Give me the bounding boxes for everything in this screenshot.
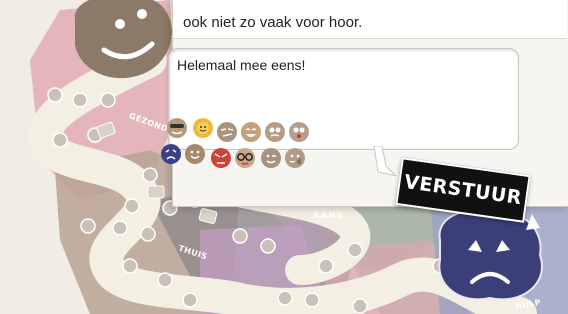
smiley-surprised-icon[interactable] bbox=[264, 121, 286, 143]
smiley-happy-icon[interactable] bbox=[184, 143, 206, 165]
speech-bubble-tail-icon bbox=[373, 146, 397, 176]
smiley-smirk-icon[interactable] bbox=[216, 121, 238, 143]
previous-message-text: ook niet zo vaak voor hoor. bbox=[183, 14, 363, 31]
sad-mascot-icon bbox=[438, 210, 543, 301]
smiley-grin-icon[interactable] bbox=[240, 121, 262, 143]
smiley-wink-icon[interactable] bbox=[260, 147, 282, 169]
smiley-angry-icon[interactable] bbox=[210, 147, 232, 169]
smiley-thumbs-up-icon[interactable] bbox=[284, 147, 306, 169]
smiley-cool-icon[interactable] bbox=[166, 117, 188, 139]
smiley-sad-blue-icon[interactable] bbox=[160, 143, 182, 165]
smiley-nerd-icon[interactable] bbox=[234, 147, 256, 169]
previous-message: ook niet zo vaak voor hoor. bbox=[173, 0, 567, 39]
board-label-kans: KANS bbox=[313, 211, 343, 221]
smiley-picker bbox=[160, 117, 320, 181]
smiley-sun-icon[interactable] bbox=[192, 117, 214, 139]
smiley-kiss-icon[interactable] bbox=[288, 121, 310, 143]
